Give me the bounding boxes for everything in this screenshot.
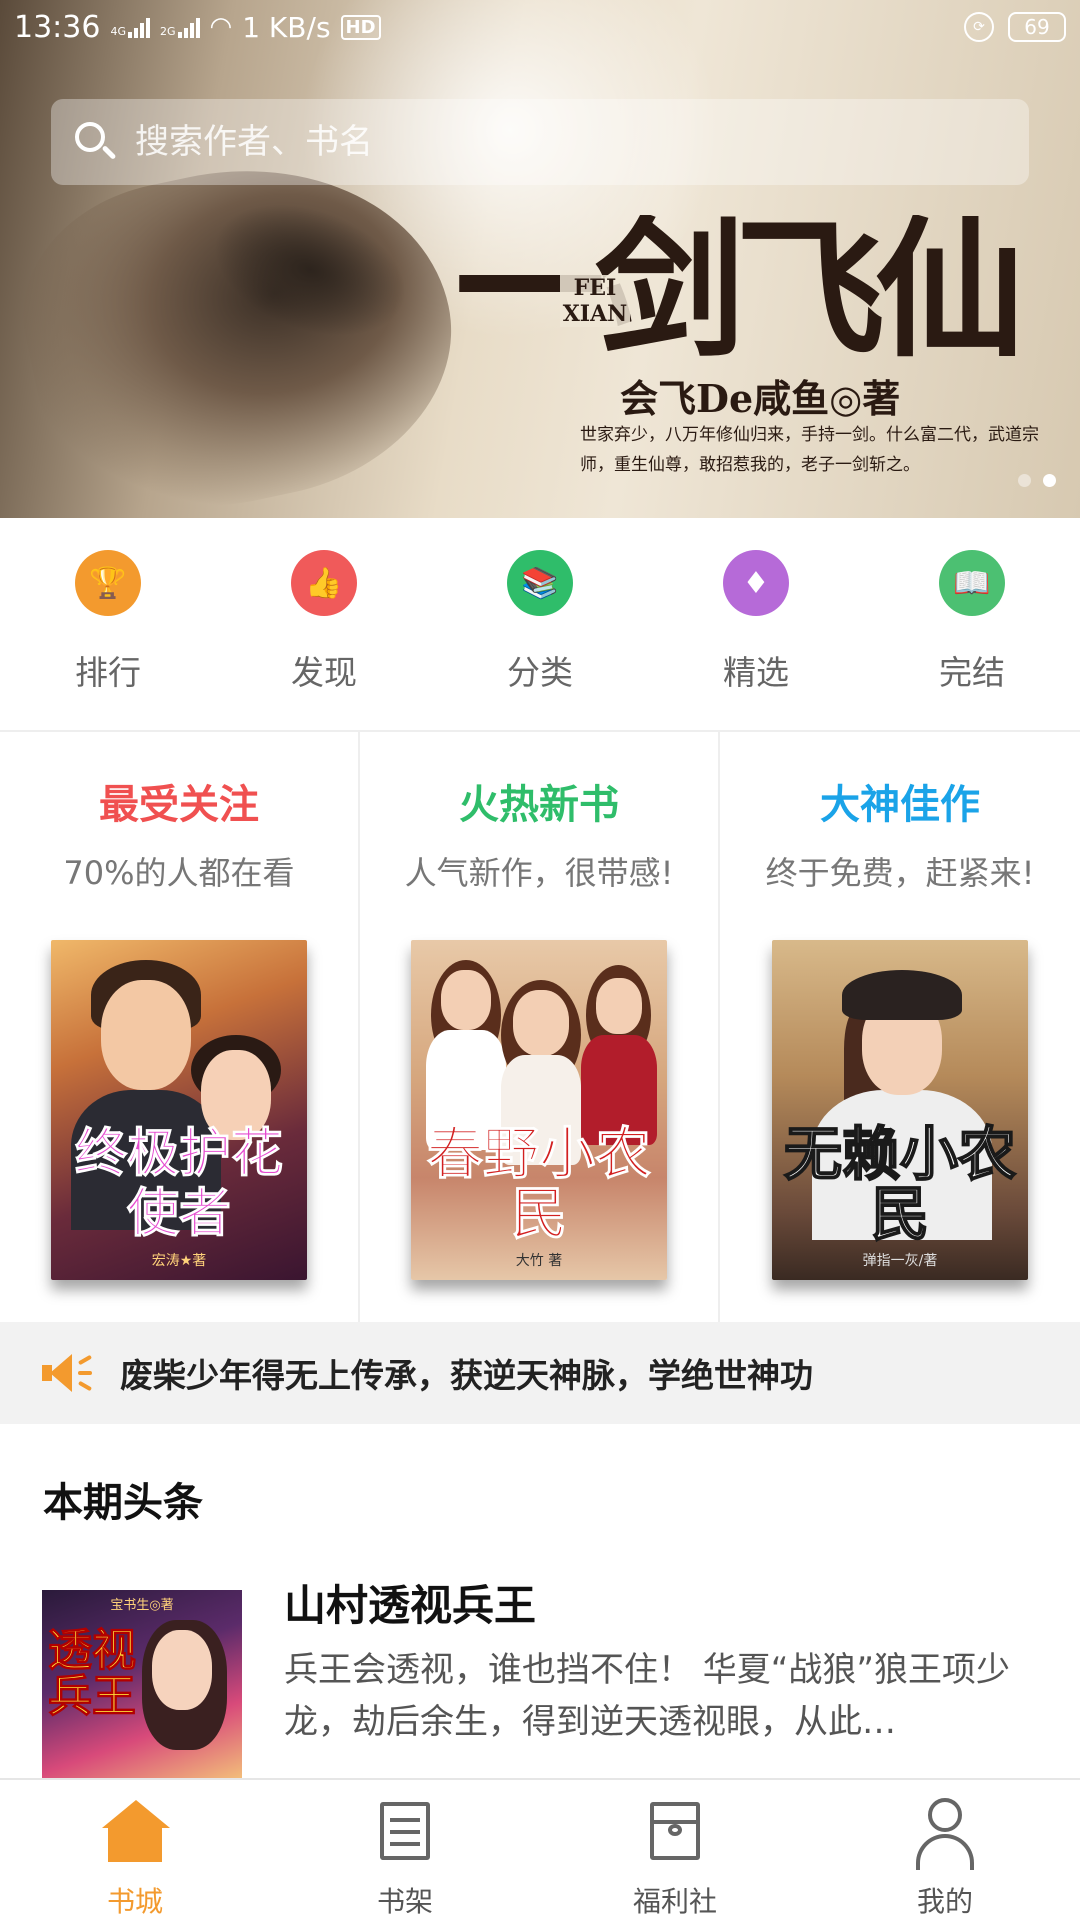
banner-title-en: FEI XIAN: [560, 275, 630, 327]
bottom-nav: 书城 书架 福利社 我的: [0, 1778, 1080, 1920]
quick-nav-label: 完结: [939, 653, 1005, 692]
book-cover-author: 大竹 著: [515, 1253, 563, 1269]
signal-2g-label: 2G: [160, 25, 176, 38]
thumbs-up-icon: 👍: [291, 550, 357, 616]
section-title: 本期头条: [43, 1480, 203, 1526]
signal-2g: 2G: [160, 16, 200, 38]
tab-bookshelf[interactable]: 书架: [270, 1780, 540, 1920]
gift-box-icon: [640, 1796, 710, 1864]
book-cover-author: 弹指一灰/著: [862, 1253, 938, 1269]
quick-nav-category[interactable]: 📚 分类: [432, 518, 648, 730]
book-cover-title: 终极护花使者: [74, 1123, 283, 1244]
banner-title: 一剑飞仙: [455, 215, 1025, 365]
book-description: 兵王会透视，谁也挡不住！ 华夏“战狼”狼王项少龙，劫后余生，得到逆天透视眼，从此…: [284, 1650, 1011, 1742]
book-cover[interactable]: 终极护花使者 宏涛★著: [51, 940, 307, 1280]
recommend-subtitle: 70%的人都在看: [63, 854, 295, 892]
signal-bars-icon: [128, 16, 150, 38]
tab-label: 我的: [916, 1885, 973, 1918]
signal-4g: 4G: [110, 16, 150, 38]
quick-nav-label: 排行: [75, 653, 141, 692]
search-icon: [73, 120, 117, 164]
quick-nav-label: 发现: [291, 653, 357, 692]
banner-pagination: [1018, 474, 1056, 487]
quick-nav-label: 精选: [723, 653, 789, 692]
book-cover-author: 宏涛★著: [151, 1253, 207, 1269]
banner-blurb: 世家弃少，八万年修仙归来，手持一剑。什么富二代，武道宗师，重生仙尊，敢招惹我的，…: [580, 425, 1039, 475]
quick-nav-featured[interactable]: ♦ 精选: [648, 518, 864, 730]
status-time: 13:36: [14, 9, 101, 45]
books-icon: 📚: [507, 550, 573, 616]
search-bar[interactable]: [51, 99, 1029, 185]
recommend-title: 最受关注: [99, 782, 259, 828]
quick-nav-completed[interactable]: 📖 完结: [864, 518, 1080, 730]
user-icon: [910, 1796, 980, 1870]
hd-badge: HD: [340, 14, 381, 40]
search-input[interactable]: [135, 99, 1029, 185]
tab-profile[interactable]: 我的: [810, 1780, 1080, 1920]
book-cover[interactable]: 宝书生◎著 透视兵王: [42, 1590, 242, 1780]
recommend-title: 火热新书: [459, 782, 619, 828]
book-cover-author: 宝书生◎著: [110, 1598, 174, 1613]
signal-4g-label: 4G: [110, 25, 126, 38]
notice-text: 废柴少年得无上传承，获逆天神脉，学绝世神功: [120, 1356, 813, 1395]
battery-indicator: 69: [1008, 12, 1066, 42]
tab-welfare[interactable]: 福利社: [540, 1780, 810, 1920]
tab-label: 书城: [106, 1885, 163, 1918]
signal-bars-icon: [177, 16, 200, 38]
book-cover-title: 无赖小农民: [783, 1120, 1017, 1248]
book-cover-title: 春野小农民: [427, 1121, 652, 1247]
rotation-lock-icon: ⟳: [964, 12, 994, 42]
book-cover[interactable]: 无赖小农民 弹指一灰/著: [772, 940, 1028, 1280]
quick-nav: 🏆 排行 👍 发现 📚 分类 ♦ 精选 📖 完结: [0, 518, 1080, 730]
banner-author: 会飞De咸鱼◎著: [620, 376, 901, 421]
network-speed: 1 KB/s: [242, 10, 331, 44]
tab-bookstore[interactable]: 书城: [0, 1780, 270, 1920]
home-icon: [100, 1796, 170, 1864]
quick-nav-ranking[interactable]: 🏆 排行: [0, 518, 216, 730]
recommend-subtitle: 终于免费，赶紧来!: [765, 854, 1035, 892]
recommend-hot-new[interactable]: 火热新书 人气新作，很带感! 春野小农民 大竹 著: [360, 732, 720, 1322]
quick-nav-discover[interactable]: 👍 发现: [216, 518, 432, 730]
tab-label: 福利社: [632, 1885, 717, 1918]
open-book-icon: 📖: [939, 550, 1005, 616]
wifi-icon: ◠: [209, 12, 233, 42]
diamond-icon: ♦: [723, 550, 789, 616]
trophy-icon: 🏆: [75, 550, 141, 616]
book-title: 山村透视兵王: [284, 1581, 537, 1630]
quick-nav-label: 分类: [507, 653, 573, 692]
book-cover[interactable]: 春野小农民 大竹 著: [411, 940, 667, 1280]
recommend-section: 最受关注 70%的人都在看 终极护花使者 宏涛★著 火热新书 人气新作，很带感!…: [0, 732, 1080, 1322]
book-cover-title: 透视兵王: [48, 1625, 137, 1722]
recommend-most-followed[interactable]: 最受关注 70%的人都在看 终极护花使者 宏涛★著: [0, 732, 360, 1322]
promo-banner[interactable]: 一剑飞仙 FEI XIAN 会飞De咸鱼◎著 世家弃少，八万年修仙归来，手持一剑…: [0, 0, 1080, 518]
tab-label: 书架: [376, 1885, 433, 1918]
speaker-icon: [40, 1350, 96, 1396]
bookshelf-icon: [370, 1796, 440, 1864]
headline-book[interactable]: 宝书生◎著 透视兵王 山村透视兵王 兵王会透视，谁也挡不住！ 华夏“战狼”狼王项…: [0, 1560, 1080, 1780]
banner-dot-2[interactable]: [1043, 474, 1056, 487]
banner-dot-1[interactable]: [1018, 474, 1031, 487]
recommend-master-works[interactable]: 大神佳作 终于免费，赶紧来! 无赖小农民 弹指一灰/著: [720, 732, 1080, 1322]
recommend-subtitle: 人气新作，很带感!: [404, 854, 674, 892]
recommend-title: 大神佳作: [820, 782, 980, 828]
notice-bar[interactable]: 废柴少年得无上传承，获逆天神脉，学绝世神功: [0, 1322, 1080, 1424]
status-bar: 13:36 4G 2G ◠ 1 KB/s HD ⟳ 69: [0, 0, 1080, 54]
